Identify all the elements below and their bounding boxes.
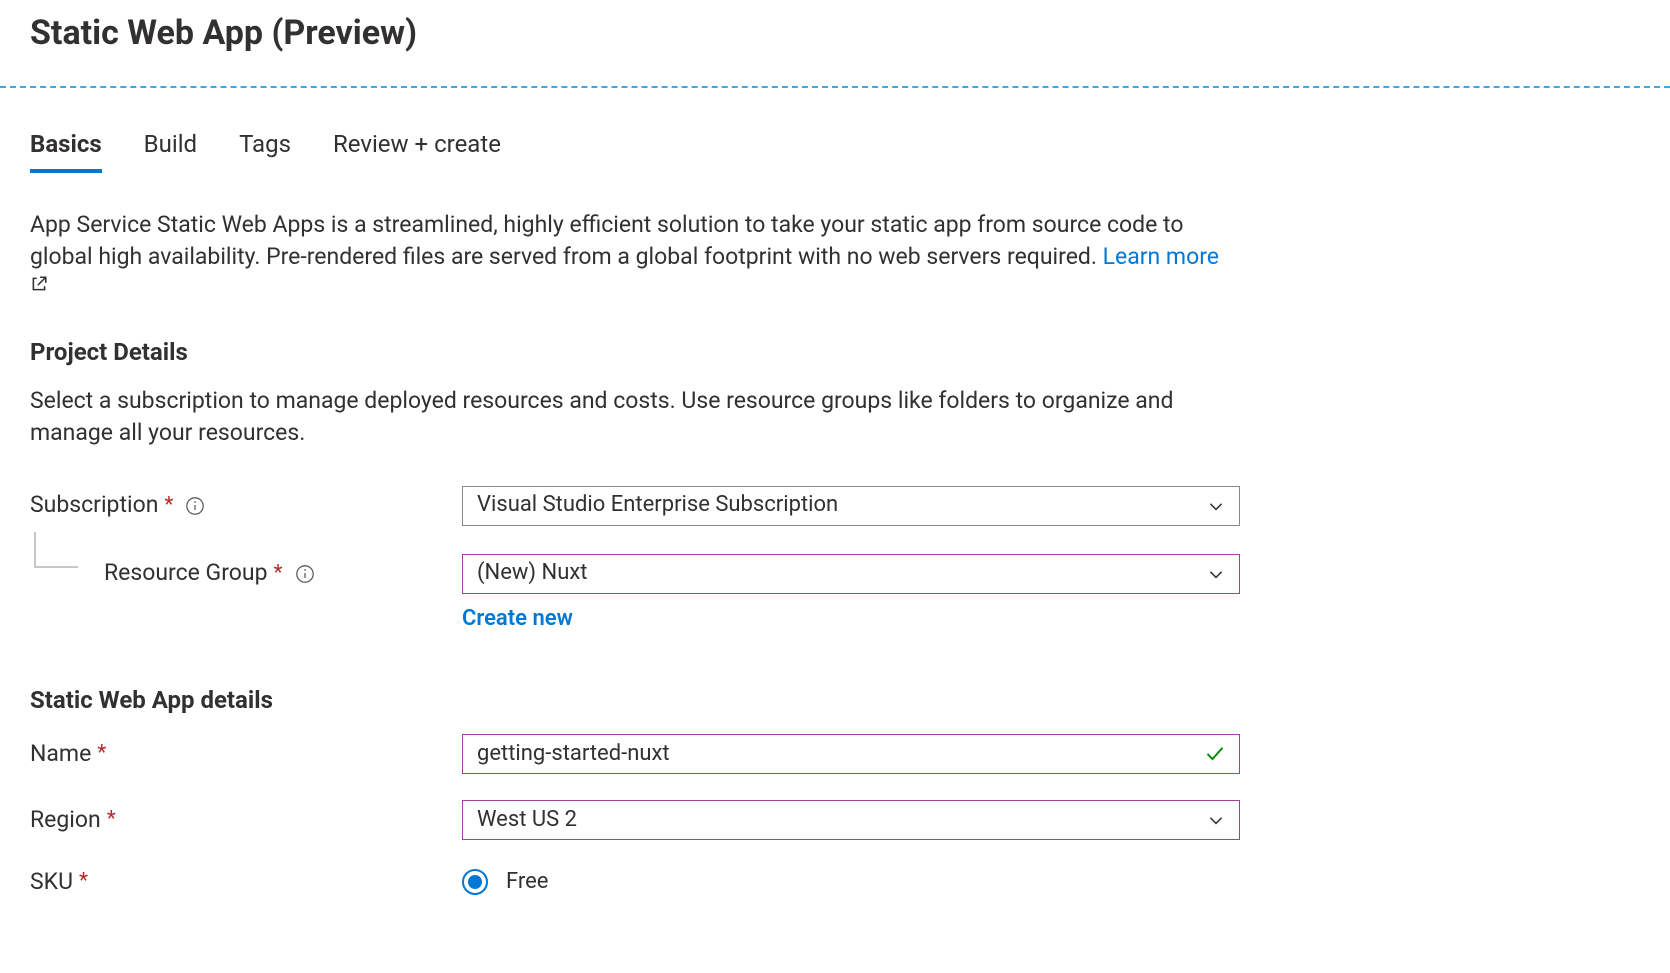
region-row: Region * West US 2 — [30, 800, 1260, 840]
subscription-label: Subscription — [30, 489, 158, 521]
subscription-row: Subscription * Visual Studio Enterprise … — [30, 486, 1260, 526]
region-select[interactable]: West US 2 — [462, 800, 1240, 840]
sku-label: SKU — [30, 866, 73, 898]
required-asterisk: * — [107, 805, 116, 834]
required-asterisk: * — [97, 739, 106, 768]
project-details-desc: Select a subscription to manage deployed… — [30, 385, 1250, 449]
required-asterisk: * — [274, 559, 283, 588]
checkmark-icon — [1205, 744, 1225, 764]
info-icon[interactable] — [295, 564, 315, 584]
required-asterisk: * — [164, 491, 173, 520]
name-input[interactable]: getting-started-nuxt — [462, 734, 1240, 774]
region-label: Region — [30, 804, 101, 836]
sku-value: Free — [506, 867, 548, 898]
intro-body: App Service Static Web Apps is a streaml… — [30, 211, 1183, 270]
required-asterisk: * — [79, 867, 88, 896]
info-icon[interactable] — [185, 496, 205, 516]
name-row: Name * getting-started-nuxt — [30, 734, 1260, 774]
project-details-heading: Project Details — [30, 336, 1260, 370]
tab-basics[interactable]: Basics — [30, 128, 102, 174]
resource-group-select[interactable]: (New) Nuxt — [462, 554, 1240, 594]
sku-row: SKU * Free — [30, 866, 1260, 898]
page-title: Static Web App (Preview) — [30, 10, 1640, 58]
intro-text: App Service Static Web Apps is a streaml… — [30, 209, 1250, 291]
subscription-value: Visual Studio Enterprise Subscription — [477, 490, 1207, 521]
region-value: West US 2 — [477, 805, 1207, 836]
name-label: Name — [30, 738, 91, 770]
tab-review-create[interactable]: Review + create — [333, 128, 501, 174]
chevron-down-icon — [1207, 565, 1225, 583]
name-value: getting-started-nuxt — [477, 739, 1205, 770]
resource-group-row: Resource Group * (New) Nuxt — [30, 552, 1260, 596]
swa-details-heading: Static Web App details — [30, 684, 1260, 718]
resource-group-value: (New) Nuxt — [477, 558, 1207, 589]
chevron-down-icon — [1207, 497, 1225, 515]
learn-more-label: Learn more — [1103, 243, 1219, 270]
subscription-select[interactable]: Visual Studio Enterprise Subscription — [462, 486, 1240, 526]
external-link-icon — [30, 275, 1250, 293]
tab-build[interactable]: Build — [144, 128, 197, 174]
tabs: Basics Build Tags Review + create — [30, 128, 1260, 174]
radio-dot-icon — [468, 875, 482, 889]
sku-radio-free[interactable] — [462, 869, 488, 895]
chevron-down-icon — [1207, 811, 1225, 829]
resource-group-label: Resource Group — [104, 557, 268, 589]
tab-tags[interactable]: Tags — [239, 128, 291, 174]
tree-indent-icon — [30, 552, 80, 596]
create-new-link[interactable]: Create new — [462, 606, 573, 631]
